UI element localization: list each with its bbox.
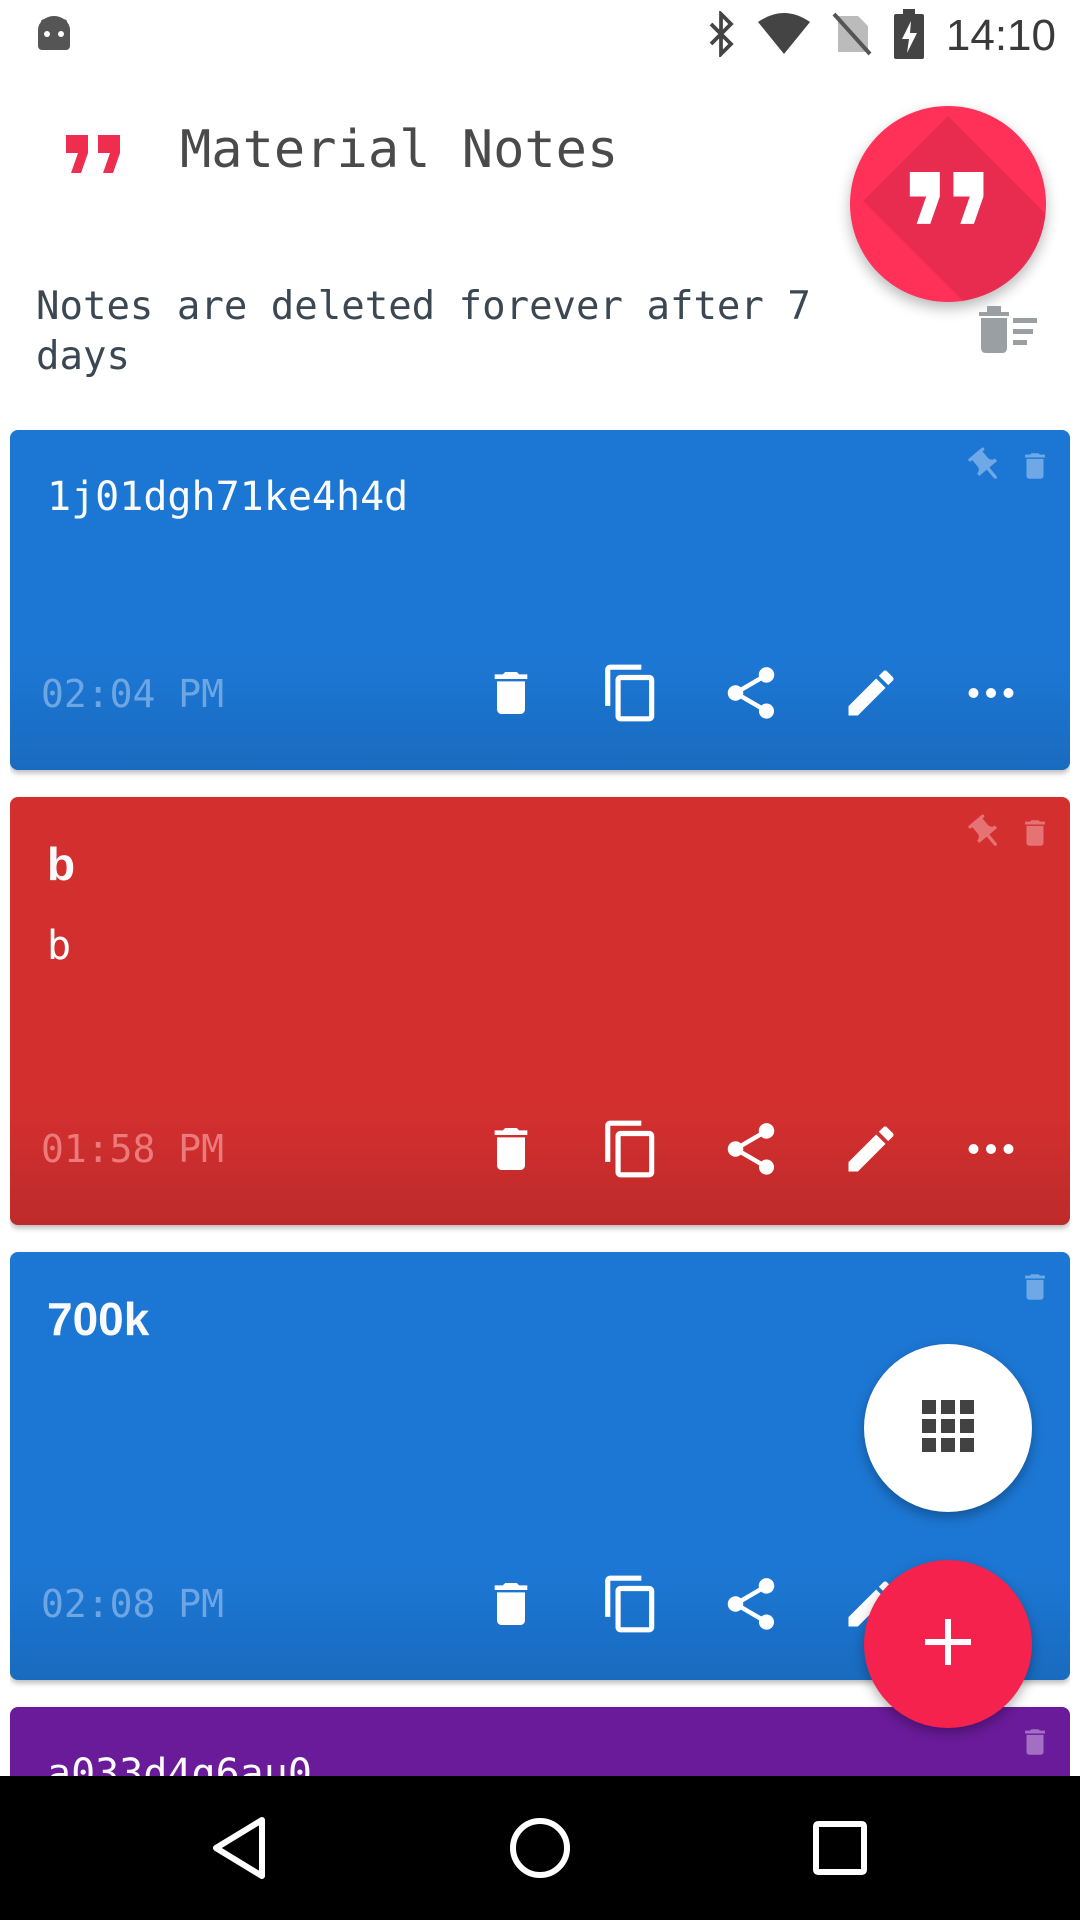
delete-icon (483, 1574, 539, 1634)
edit-icon (841, 1119, 901, 1179)
back-button[interactable] (200, 1808, 280, 1888)
copy-icon (600, 660, 662, 726)
note-timestamp: 02:08 PM (41, 1582, 225, 1626)
share-icon (720, 1571, 782, 1637)
edit-button[interactable] (831, 653, 911, 733)
more-icon (961, 663, 1021, 723)
recents-icon (813, 1821, 867, 1875)
edit-button[interactable] (831, 1109, 911, 1189)
delete-button[interactable] (471, 1109, 551, 1189)
more-icon (961, 1119, 1021, 1179)
status-time: 14:10 (945, 11, 1056, 60)
quote-icon (64, 135, 124, 184)
no-sim-icon (832, 12, 872, 61)
more-button[interactable] (951, 653, 1031, 733)
pin-icon[interactable] (966, 446, 1006, 491)
delete-sweep-icon[interactable] (975, 302, 1039, 359)
trash-small-icon[interactable] (1018, 447, 1052, 490)
bluetooth-icon (706, 8, 736, 62)
recents-button[interactable] (800, 1808, 880, 1888)
share-icon (720, 660, 782, 726)
note-title: 1j01dgh71ke4h4d (47, 474, 409, 520)
add-note-fab[interactable] (864, 1560, 1032, 1728)
share-button[interactable] (711, 653, 791, 733)
copy-icon (600, 1116, 662, 1182)
copy-button[interactable] (591, 1564, 671, 1644)
view-toggle-fab[interactable] (864, 1344, 1032, 1512)
note-title: 700k (47, 1293, 150, 1345)
quote-icon (907, 171, 989, 237)
note-corner-actions (1018, 1268, 1052, 1311)
note-timestamp: 01:58 PM (41, 1127, 225, 1171)
edit-icon (841, 663, 901, 723)
retention-notice: Notes are deleted forever after 7 days (36, 284, 811, 379)
more-button[interactable] (951, 1109, 1031, 1189)
grid-icon (922, 1399, 974, 1457)
note-body: b (47, 923, 72, 969)
trash-small-icon[interactable] (1018, 814, 1052, 857)
add-icon (925, 1618, 971, 1670)
wifi-icon (757, 12, 810, 61)
note-timestamp: 02:04 PM (41, 672, 225, 716)
delete-icon (483, 663, 539, 723)
note-title: b (47, 838, 76, 890)
home-icon (510, 1818, 570, 1878)
app-title: Material Notes (180, 120, 619, 180)
share-button[interactable] (711, 1109, 791, 1189)
note-type-fab[interactable] (850, 106, 1046, 302)
note-card[interactable]: b b 01:58 PM (10, 797, 1070, 1225)
back-icon (213, 1817, 265, 1879)
delete-button[interactable] (471, 1564, 551, 1644)
copy-icon (600, 1571, 662, 1637)
share-button[interactable] (711, 1564, 791, 1644)
pin-icon[interactable] (966, 813, 1006, 858)
share-icon (720, 1116, 782, 1182)
note-card[interactable]: 1j01dgh71ke4h4d 02:04 PM (10, 430, 1070, 770)
trash-small-icon[interactable] (1018, 1268, 1052, 1311)
android-debug-icon (36, 14, 72, 59)
delete-button[interactable] (471, 653, 551, 733)
note-corner-actions (1018, 1723, 1052, 1766)
note-title: a033d4g6au0 (47, 1751, 312, 1776)
delete-icon (483, 1119, 539, 1179)
copy-button[interactable] (591, 653, 671, 733)
trash-small-icon[interactable] (1018, 1723, 1052, 1766)
home-button[interactable] (500, 1808, 580, 1888)
system-nav-bar (0, 1776, 1080, 1920)
status-bar: 14:10 (0, 0, 1080, 72)
copy-button[interactable] (591, 1109, 671, 1189)
note-corner-actions (966, 813, 1052, 858)
note-corner-actions (966, 446, 1052, 491)
battery-charging-icon (893, 8, 924, 64)
